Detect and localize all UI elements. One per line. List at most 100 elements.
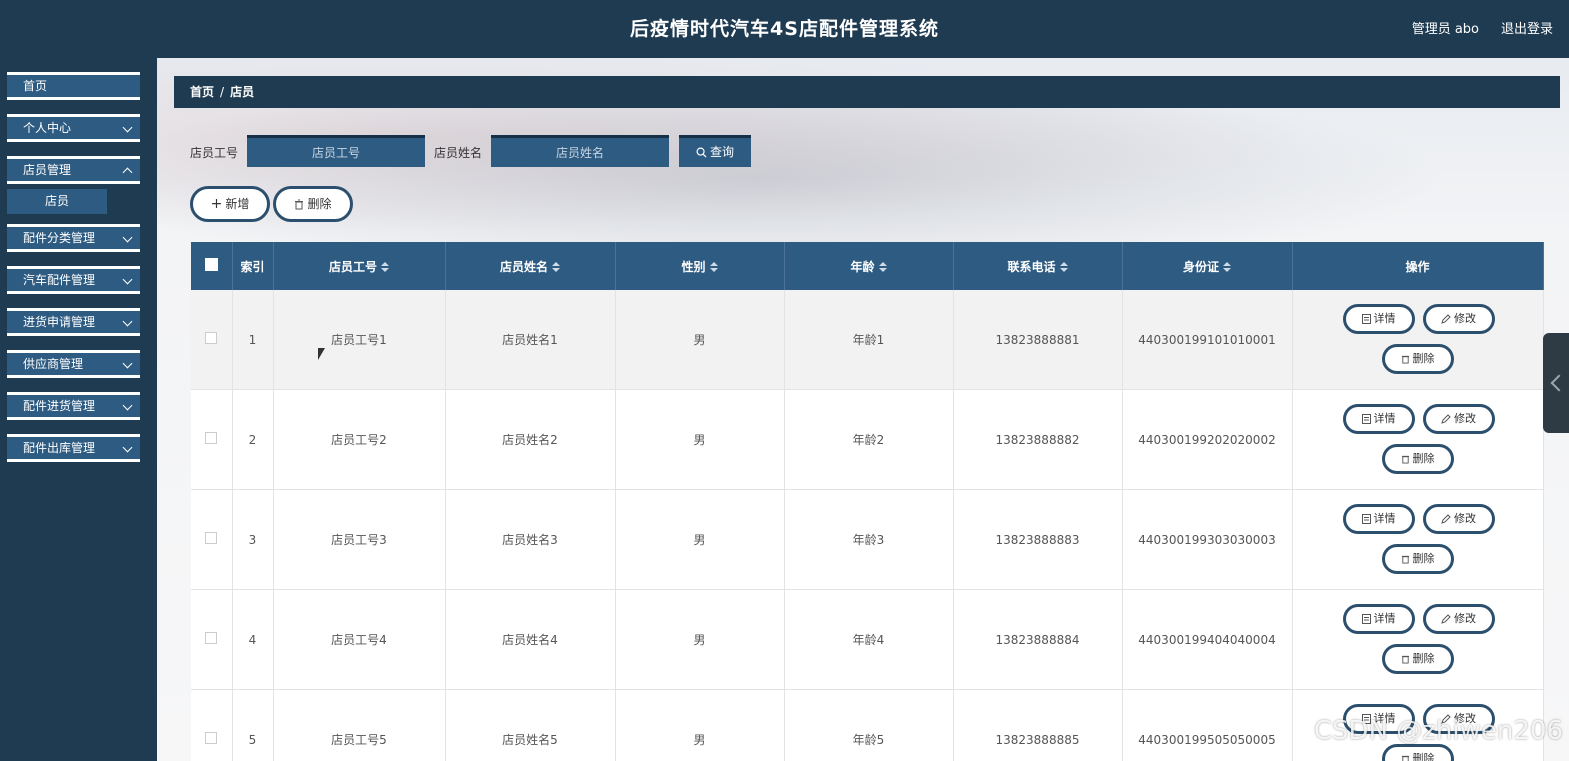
chevron-down-icon [122, 358, 133, 369]
cell-staff-name: 店员姓名2 [445, 389, 616, 490]
chevron-down-icon [122, 122, 133, 133]
chevron-down-icon [122, 232, 133, 243]
col-gender[interactable]: 性别 [615, 242, 785, 290]
breadcrumb-current: 店员 [230, 85, 255, 99]
delete-button-label: 删除 [1412, 452, 1435, 465]
sidebar-item-staff[interactable]: 店员管理 [7, 156, 140, 184]
sidebar-subitem-staff[interactable]: 店员 [7, 189, 107, 214]
top-header: 后疫情时代汽车4S店配件管理系统 管理员 abo 退出登录 [0, 0, 1569, 58]
cell-gender: 男 [615, 489, 785, 590]
sidebar-item-purchase-request[interactable]: 进货申请管理 [7, 308, 140, 336]
cell-gender: 男 [615, 589, 785, 690]
sidebar-item-supplier[interactable]: 供应商管理 [7, 350, 140, 378]
detail-button[interactable]: 详情 [1342, 504, 1415, 534]
cell-idcard: 440300199404040004 [1122, 589, 1293, 690]
detail-button-label: 详情 [1373, 412, 1396, 425]
delete-button-label: 删除 [1412, 752, 1435, 761]
query-button[interactable]: 查询 [679, 135, 751, 167]
select-all-checkbox[interactable] [191, 242, 233, 290]
table-header-row: 索引 店员工号 店员姓名 性别 年龄 联系电话 身份证 操作 [191, 242, 1544, 290]
chevron-down-icon [122, 400, 133, 411]
row-checkbox[interactable] [191, 389, 233, 490]
row-checkbox[interactable] [191, 589, 233, 690]
delete-button[interactable]: 删除 [1381, 544, 1454, 574]
staff-id-input[interactable] [247, 135, 425, 167]
chevron-left-icon [1550, 374, 1568, 392]
breadcrumb-separator: / [220, 85, 225, 99]
table-row: 3 店员工号3 店员姓名3 男年龄3 13823888883 44030019930303… [191, 489, 1544, 590]
app-title: 后疫情时代汽车4S店配件管理系统 [630, 18, 939, 40]
logout-link[interactable]: 退出登录 [1501, 18, 1553, 37]
side-collapse-tab[interactable] [1543, 333, 1569, 433]
delete-button[interactable]: 删除 [1381, 644, 1454, 674]
document-icon [1361, 414, 1371, 424]
cell-actions: 详情 修改删除 [1292, 389, 1544, 490]
main-content: 首页 / 店员 店员工号 店员姓名 查询 +新增 删除 索引 店员工号 店员姓名 性… [157, 58, 1569, 761]
trash-icon [1401, 755, 1409, 761]
col-label: 联系电话 [1007, 259, 1056, 274]
batch-delete-button[interactable]: 删除 [273, 186, 353, 222]
cell-phone: 13823888881 [953, 290, 1123, 390]
trash-icon [1401, 355, 1409, 364]
sidebar-item-category[interactable]: 配件分类管理 [7, 224, 140, 252]
sort-icon[interactable] [1059, 262, 1068, 272]
chevron-down-icon [122, 316, 133, 327]
detail-button[interactable]: 详情 [1342, 604, 1415, 634]
cell-staff-name: 店员姓名1 [445, 290, 616, 390]
col-staff-id[interactable]: 店员工号 [273, 242, 446, 290]
edit-icon [1441, 414, 1451, 424]
sidebar-item-stock-out[interactable]: 配件出库管理 [7, 434, 140, 462]
col-age[interactable]: 年龄 [784, 242, 954, 290]
col-idcard[interactable]: 身份证 [1122, 242, 1293, 290]
cell-age: 年龄1 [784, 290, 954, 390]
cell-index: 5 [232, 689, 274, 761]
delete-button[interactable]: 删除 [1381, 444, 1454, 474]
cell-index: 4 [232, 589, 274, 690]
row-checkbox[interactable] [191, 689, 233, 761]
staff-id-label: 店员工号 [190, 146, 239, 160]
sort-icon[interactable] [552, 262, 560, 272]
sidebar-item-parts[interactable]: 汽车配件管理 [7, 266, 140, 294]
table-row: 4 店员工号4 店员姓名4 男年龄4 13823888884 44030019940404… [191, 589, 1544, 690]
add-button[interactable]: + 新增 [190, 186, 270, 222]
delete-button[interactable]: 删除 [1381, 344, 1454, 374]
cell-staff-id: 店员工号5 [273, 689, 446, 761]
cell-phone: 13823888884 [953, 589, 1123, 690]
sidebar-item-home[interactable]: 首页 [7, 72, 140, 100]
col-staff-name[interactable]: 店员姓名 [445, 242, 616, 290]
detail-button[interactable]: 详情 [1342, 304, 1415, 334]
staff-name-label: 店员姓名 [434, 146, 483, 160]
edit-button-label: 修改 [1454, 612, 1476, 625]
search-icon [696, 147, 707, 158]
sidebar-item-label: 配件出库管理 [23, 441, 96, 455]
row-checkbox[interactable] [191, 290, 233, 390]
edit-button[interactable]: 修改 [1422, 504, 1495, 534]
cell-actions: 详情 修改删除 [1292, 290, 1544, 390]
staff-name-input[interactable] [491, 135, 669, 167]
col-phone[interactable]: 联系电话 [953, 242, 1123, 290]
cell-age: 年龄5 [784, 689, 954, 761]
detail-button-label: 详情 [1373, 312, 1396, 325]
edit-button[interactable]: 修改 [1422, 304, 1495, 334]
edit-button[interactable]: 修改 [1422, 604, 1495, 634]
breadcrumb-home[interactable]: 首页 [190, 85, 214, 99]
plus-icon: + [210, 196, 223, 212]
sort-icon[interactable] [878, 262, 887, 272]
sidebar-item-label: 配件分类管理 [23, 231, 96, 245]
cell-gender: 男 [615, 290, 785, 390]
sort-icon[interactable] [1223, 262, 1231, 272]
sidebar-item-label: 首页 [23, 79, 48, 93]
sidebar-item-stock-in[interactable]: 配件进货管理 [7, 392, 140, 420]
cell-gender: 男 [615, 689, 785, 761]
row-checkbox[interactable] [191, 489, 233, 590]
sidebar: 首页 个人中心 店员管理 店员 配件分类管理 汽车配件管理 进货申请管理 供应商… [0, 58, 157, 761]
sidebar-item-profile[interactable]: 个人中心 [7, 114, 140, 142]
trash-icon [1401, 655, 1409, 664]
detail-button[interactable]: 详情 [1342, 404, 1415, 434]
sort-icon[interactable] [381, 262, 389, 272]
delete-button[interactable]: 删除 [1381, 744, 1454, 761]
sort-icon[interactable] [709, 262, 718, 272]
edit-button[interactable]: 修改 [1422, 404, 1495, 434]
chevron-down-icon [122, 274, 133, 285]
cell-staff-name: 店员姓名5 [445, 689, 616, 761]
